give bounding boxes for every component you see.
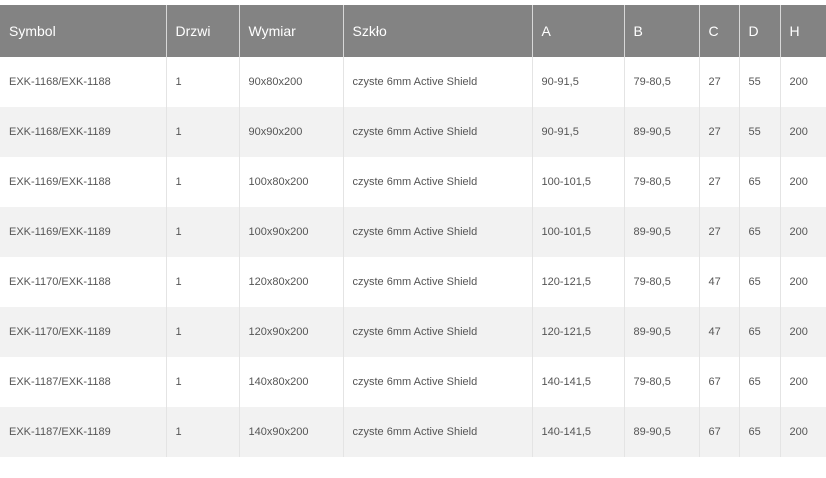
product-dimensions-table: Symbol Drzwi Wymiar Szkło A B C D H EXK-…	[0, 5, 826, 457]
cell-b: 89-90,5	[624, 407, 700, 457]
header-a: A	[532, 5, 625, 57]
header-d: D	[739, 5, 781, 57]
header-wymiar: Wymiar	[239, 5, 344, 57]
cell-drzwi: 1	[166, 107, 240, 157]
cell-symbol: EXK-1169/EXK-1189	[0, 207, 167, 257]
cell-drzwi: 1	[166, 257, 240, 307]
cell-a: 140-141,5	[532, 357, 625, 407]
cell-d: 65	[739, 257, 781, 307]
table-body: EXK-1168/EXK-1188 1 90x80x200 czyste 6mm Ac…	[0, 57, 826, 457]
header-symbol: Symbol	[0, 5, 167, 57]
cell-symbol: EXK-1169/EXK-1188	[0, 157, 167, 207]
cell-symbol: EXK-1187/EXK-1189	[0, 407, 167, 457]
cell-h: 200	[780, 107, 826, 157]
cell-d: 65	[739, 157, 781, 207]
cell-c: 27	[699, 107, 740, 157]
cell-symbol: EXK-1187/EXK-1188	[0, 357, 167, 407]
cell-b: 79-80,5	[624, 157, 700, 207]
cell-szklo: czyste 6mm Active Shield	[343, 357, 533, 407]
table-row: EXK-1169/EXK-1188 1 100x80x200 czyste 6mm A…	[0, 157, 826, 207]
cell-symbol: EXK-1170/EXK-1189	[0, 307, 167, 357]
cell-symbol: EXK-1168/EXK-1189	[0, 107, 167, 157]
cell-wymiar: 120x90x200	[239, 307, 344, 357]
cell-c: 67	[699, 407, 740, 457]
cell-h: 200	[780, 207, 826, 257]
cell-wymiar: 140x80x200	[239, 357, 344, 407]
cell-drzwi: 1	[166, 307, 240, 357]
cell-h: 200	[780, 257, 826, 307]
cell-a: 120-121,5	[532, 307, 625, 357]
cell-b: 89-90,5	[624, 107, 700, 157]
cell-szklo: czyste 6mm Active Shield	[343, 207, 533, 257]
table-row: EXK-1168/EXK-1188 1 90x80x200 czyste 6mm Ac…	[0, 57, 826, 107]
table-row: EXK-1187/EXK-1189 1 140x90x200 czyste 6mm A…	[0, 407, 826, 457]
cell-a: 90-91,5	[532, 107, 625, 157]
table-row: EXK-1187/EXK-1188 1 140x80x200 czyste 6mm A…	[0, 357, 826, 407]
table-header: Symbol Drzwi Wymiar Szkło A B C D H	[0, 5, 826, 57]
cell-wymiar: 90x90x200	[239, 107, 344, 157]
cell-wymiar: 120x80x200	[239, 257, 344, 307]
cell-b: 89-90,5	[624, 207, 700, 257]
cell-wymiar: 100x80x200	[239, 157, 344, 207]
cell-szklo: czyste 6mm Active Shield	[343, 307, 533, 357]
cell-h: 200	[780, 157, 826, 207]
cell-b: 79-80,5	[624, 257, 700, 307]
table-row: EXK-1170/EXK-1189 1 120x90x200 czyste 6mm A…	[0, 307, 826, 357]
header-szklo: Szkło	[343, 5, 533, 57]
cell-szklo: czyste 6mm Active Shield	[343, 57, 533, 107]
cell-d: 65	[739, 207, 781, 257]
cell-wymiar: 140x90x200	[239, 407, 344, 457]
cell-symbol: EXK-1170/EXK-1188	[0, 257, 167, 307]
cell-d: 65	[739, 357, 781, 407]
cell-b: 79-80,5	[624, 357, 700, 407]
cell-c: 47	[699, 307, 740, 357]
cell-c: 27	[699, 57, 740, 107]
cell-symbol: EXK-1168/EXK-1188	[0, 57, 167, 107]
cell-drzwi: 1	[166, 357, 240, 407]
cell-drzwi: 1	[166, 407, 240, 457]
header-h: H	[780, 5, 826, 57]
cell-c: 47	[699, 257, 740, 307]
cell-h: 200	[780, 357, 826, 407]
cell-drzwi: 1	[166, 157, 240, 207]
cell-wymiar: 100x90x200	[239, 207, 344, 257]
cell-szklo: czyste 6mm Active Shield	[343, 157, 533, 207]
header-row: Symbol Drzwi Wymiar Szkło A B C D H	[0, 5, 826, 57]
cell-c: 27	[699, 207, 740, 257]
cell-h: 200	[780, 307, 826, 357]
table-row: EXK-1170/EXK-1188 1 120x80x200 czyste 6mm A…	[0, 257, 826, 307]
cell-drzwi: 1	[166, 57, 240, 107]
cell-d: 55	[739, 57, 781, 107]
cell-b: 79-80,5	[624, 57, 700, 107]
cell-h: 200	[780, 407, 826, 457]
cell-a: 100-101,5	[532, 157, 625, 207]
cell-a: 120-121,5	[532, 257, 625, 307]
cell-szklo: czyste 6mm Active Shield	[343, 257, 533, 307]
cell-a: 100-101,5	[532, 207, 625, 257]
cell-h: 200	[780, 57, 826, 107]
header-drzwi: Drzwi	[166, 5, 240, 57]
cell-drzwi: 1	[166, 207, 240, 257]
cell-a: 90-91,5	[532, 57, 625, 107]
cell-c: 67	[699, 357, 740, 407]
table-row: EXK-1168/EXK-1189 1 90x90x200 czyste 6mm Ac…	[0, 107, 826, 157]
table-row: EXK-1169/EXK-1189 1 100x90x200 czyste 6mm A…	[0, 207, 826, 257]
cell-c: 27	[699, 157, 740, 207]
cell-szklo: czyste 6mm Active Shield	[343, 107, 533, 157]
cell-b: 89-90,5	[624, 307, 700, 357]
cell-szklo: czyste 6mm Active Shield	[343, 407, 533, 457]
cell-wymiar: 90x80x200	[239, 57, 344, 107]
cell-d: 55	[739, 107, 781, 157]
cell-d: 65	[739, 407, 781, 457]
header-b: B	[624, 5, 700, 57]
cell-a: 140-141,5	[532, 407, 625, 457]
header-c: C	[699, 5, 740, 57]
cell-d: 65	[739, 307, 781, 357]
